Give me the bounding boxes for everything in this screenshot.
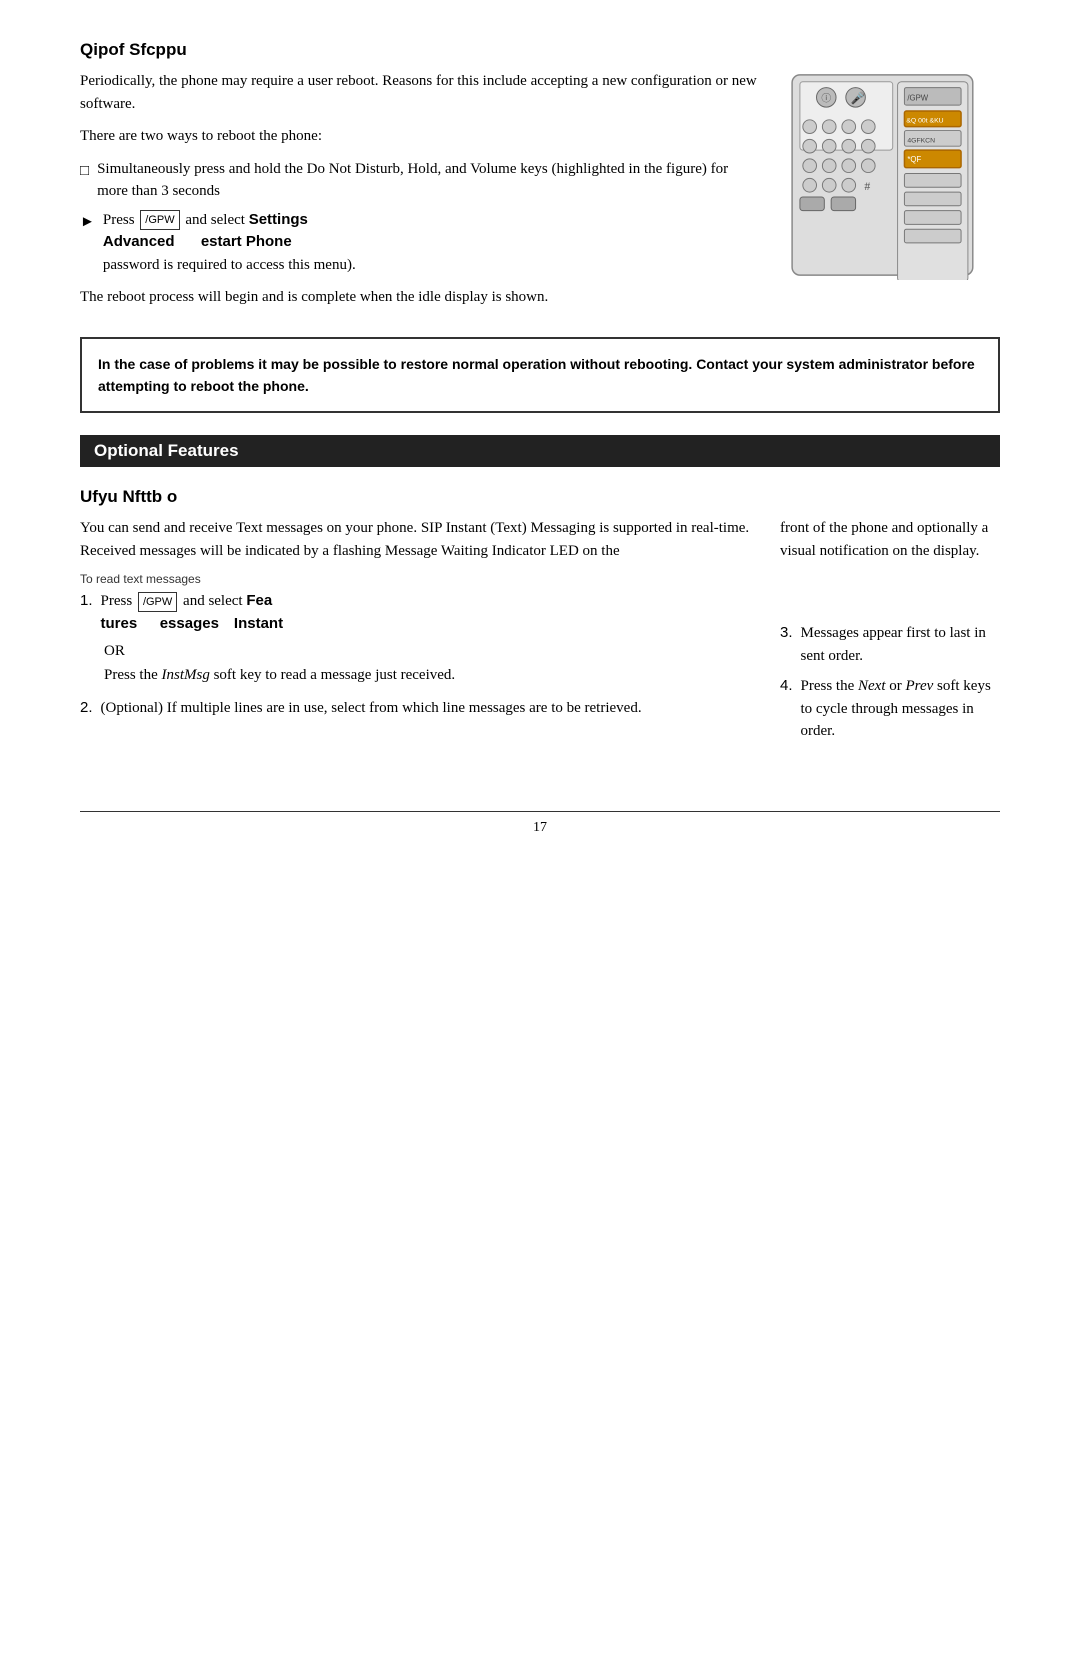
bullet-text-2: Press /GPW and select Settings Advanced …: [103, 209, 356, 277]
text-messages-title: Ufyu Nfttb o: [80, 487, 1000, 507]
two-col-layout: Periodically, the phone may require a us…: [80, 70, 1000, 319]
key-gpw-2: /GPW: [138, 592, 177, 613]
instmsg-note: Press the InstMsg soft key to read a mes…: [104, 664, 760, 687]
para1-right: front of the phone and optionally a visu…: [780, 517, 1000, 562]
step-3-content: Messages appear first to last in sent or…: [801, 622, 1000, 667]
bullet-list: □ Simultaneously press and hold the Do N…: [80, 158, 760, 277]
svg-text:*QF: *QF: [907, 155, 921, 164]
steps-list-2: 2. (Optional) If multiple lines are in u…: [80, 697, 760, 720]
bold-essages: essages: [160, 615, 219, 632]
notice-box: In the case of problems it may be possib…: [80, 337, 1000, 414]
svg-text:🎤: 🎤: [851, 91, 866, 105]
svg-text:ⓘ: ⓘ: [821, 92, 831, 104]
bold-advanced: Advanced: [103, 233, 175, 250]
step-1-content: Press /GPW and select Fea tures essages …: [101, 590, 284, 635]
instmsg-key: InstMsg: [162, 667, 210, 683]
arrow-symbol: ►: [80, 211, 95, 234]
section-optional-features: Optional Features Ufyu Nfttb o You can s…: [80, 435, 1000, 751]
svg-text:4GFKCN: 4GFKCN: [907, 137, 935, 144]
bold-settings: Settings: [249, 211, 308, 228]
password-note: password is required to access this menu…: [103, 257, 356, 273]
text-messages-left: You can send and receive Text messages o…: [80, 517, 760, 751]
bold-tures: tures: [101, 615, 138, 632]
step-2-content: (Optional) If multiple lines are in use,…: [101, 697, 642, 720]
bullet-item-2: ► Press /GPW and select Settings Advance…: [80, 209, 760, 277]
bullet-text-1: Simultaneously press and hold the Do Not…: [97, 158, 760, 203]
bullet-item-1: □ Simultaneously press and hold the Do N…: [80, 158, 760, 203]
para1: Periodically, the phone may require a us…: [80, 70, 760, 115]
svg-text:/GPW: /GPW: [907, 93, 928, 102]
step-3-num: 3.: [780, 622, 793, 645]
or-line: OR: [104, 643, 760, 660]
bullet-symbol-1: □: [80, 160, 89, 183]
section-reboot: Qipof Sfcppu Periodically, the phone may…: [80, 40, 1000, 413]
steps-list: 1. Press /GPW and select Fea tures essag…: [80, 590, 760, 635]
prev-key: Prev: [906, 678, 934, 694]
key-gpw: /GPW: [140, 210, 179, 231]
step-2: 2. (Optional) If multiple lines are in u…: [80, 697, 760, 720]
svg-text:&Q 00t &KU: &Q 00t &KU: [906, 118, 943, 125]
bold-instant: Instant: [234, 615, 283, 632]
page-footer: 17: [80, 811, 1000, 836]
step-3: 3. Messages appear first to last in sent…: [780, 622, 1000, 667]
bold-restart: estart Phone: [201, 233, 292, 250]
steps-list-right: 3. Messages appear first to last in sent…: [780, 622, 1000, 743]
optional-features-header: Optional Features: [80, 435, 1000, 467]
step-4: 4. Press the Next or Prev soft keys to c…: [780, 675, 1000, 743]
svg-text:#: #: [864, 180, 870, 193]
para3: The reboot process will begin and is com…: [80, 286, 760, 309]
next-key: Next: [858, 678, 886, 694]
read-text-label: To read text messages: [80, 572, 760, 586]
text-messages-two-col: You can send and receive Text messages o…: [80, 517, 1000, 751]
para2: There are two ways to reboot the phone:: [80, 125, 760, 148]
col-left: Periodically, the phone may require a us…: [80, 70, 760, 319]
section-title: Qipof Sfcppu: [80, 40, 1000, 60]
text-messages-right: front of the phone and optionally a visu…: [780, 517, 1000, 751]
text-messages-para1: You can send and receive Text messages o…: [80, 517, 760, 562]
col-right-phone: ⓘ 🎤: [780, 70, 1000, 319]
bold-fea: Fea: [246, 592, 272, 609]
step-1: 1. Press /GPW and select Fea tures essag…: [80, 590, 760, 635]
page-number: 17: [533, 820, 547, 835]
step-4-num: 4.: [780, 675, 793, 698]
step-4-content: Press the Next or Prev soft keys to cycl…: [801, 675, 1000, 743]
phone-diagram: ⓘ 🎤: [780, 70, 980, 280]
step-1-num: 1.: [80, 590, 93, 613]
step-2-num: 2.: [80, 697, 93, 720]
